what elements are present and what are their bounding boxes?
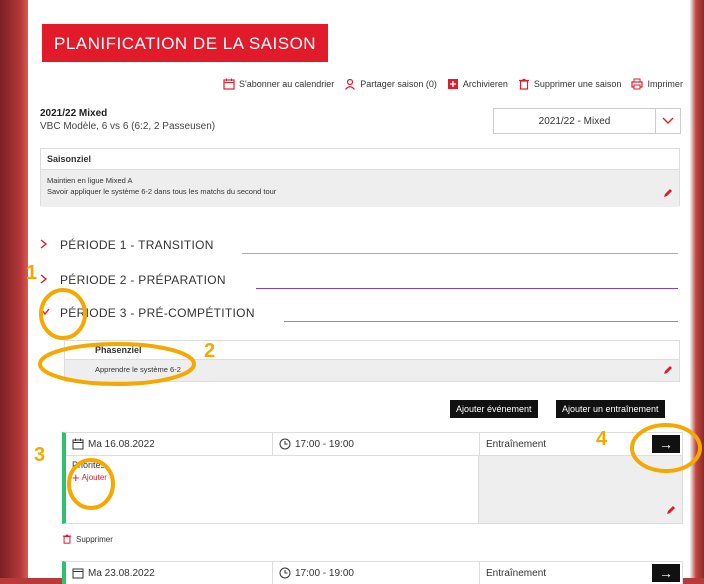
archive-label: Archivieren — [462, 79, 508, 89]
pencil-icon[interactable] — [666, 505, 676, 515]
pencil-icon[interactable] — [663, 188, 673, 198]
print-button[interactable]: Imprimer — [631, 78, 683, 90]
training-session: Ma 23.08.2022 17:00 - 19:00 Entraînement… — [62, 561, 683, 584]
delete-session-button[interactable]: Supprimer — [62, 534, 113, 544]
chevron-down-icon — [40, 307, 54, 319]
season-team: VBC Modèle, 6 vs 6 (6:2, 2 Passeusen) — [40, 121, 216, 132]
session-date-text: Ma 16.08.2022 — [88, 438, 155, 450]
add-priority-label: Ajouter — [81, 473, 107, 482]
season-goal-body: Maintien en ligue Mixed A Savoir appliqu… — [41, 170, 679, 207]
subscribe-calendar-button[interactable]: S'abonner au calendrier — [223, 78, 334, 90]
open-session-button[interactable]: → — [652, 564, 680, 582]
season-select[interactable]: 2021/22 - Mixed — [493, 108, 681, 134]
phase-goal-header: Phasenziel — [65, 341, 679, 360]
archive-button[interactable]: Archivieren — [447, 78, 508, 90]
annotation-number-4: 4 — [596, 428, 608, 450]
print-label: Imprimer — [647, 79, 683, 89]
session-type: Entraînement → — [480, 433, 682, 455]
trash-icon — [62, 534, 72, 544]
archive-icon — [447, 79, 458, 89]
session-type: Entraînement → — [480, 562, 682, 584]
clock-icon — [279, 567, 291, 579]
session-type-text: Entraînement — [486, 438, 547, 450]
session-row: Ma 16.08.2022 17:00 - 19:00 Entraînement… — [66, 433, 682, 456]
period-3-line — [284, 321, 678, 322]
period-1-line — [242, 253, 678, 254]
season-goal-box: Saisonziel Maintien en ligue Mixed A Sav… — [40, 148, 680, 207]
season-goal-header: Saisonziel — [41, 149, 679, 170]
clock-icon — [279, 438, 291, 450]
period-2-line — [256, 288, 678, 289]
main-panel: PLANIFICATION DE LA SAISON S'abonner au … — [28, 0, 690, 584]
phase-goal-box: Phasenziel Apprendre le système 6-2 — [64, 340, 680, 382]
user-icon — [345, 78, 356, 90]
session-time-text: 17:00 - 19:00 — [295, 438, 354, 450]
season-goal-line2: Savoir appliquer le système 6-2 dans tou… — [47, 187, 277, 196]
calendar-icon — [72, 568, 84, 579]
delete-session-label: Supprimer — [76, 534, 113, 544]
priorities-label: Priorités — [72, 460, 106, 470]
annotation-number-2: 2 — [204, 340, 216, 362]
priorities-section: Priorités + Ajouter — [66, 456, 479, 523]
session-row: Ma 23.08.2022 17:00 - 19:00 Entraînement… — [66, 562, 682, 584]
training-session: Ma 16.08.2022 17:00 - 19:00 Entraînement… — [62, 432, 683, 524]
session-time: 17:00 - 19:00 — [273, 562, 480, 584]
period-3-label: PÉRIODE 3 - PRÉ-COMPÉTITION — [60, 306, 255, 320]
period-3-toggle[interactable]: PÉRIODE 3 - PRÉ-COMPÉTITION — [40, 306, 255, 320]
add-training-button[interactable]: Ajouter un entraînement — [556, 400, 665, 418]
session-notes — [479, 456, 682, 523]
annotation-number-1: 1 — [26, 262, 38, 284]
period-2-toggle[interactable]: PÉRIODE 2 - PRÉPARATION — [40, 273, 226, 287]
chevron-down-icon — [655, 109, 680, 133]
open-session-button[interactable]: → — [652, 435, 680, 453]
session-date-text: Ma 23.08.2022 — [88, 567, 155, 579]
printer-icon — [631, 78, 644, 90]
period-1-toggle[interactable]: PÉRIODE 1 - TRANSITION — [40, 238, 214, 252]
toolbar: S'abonner au calendrier Partager saison … — [223, 78, 683, 90]
chevron-right-icon — [40, 238, 54, 252]
subscribe-label: S'abonner au calendrier — [239, 79, 335, 89]
delete-season-label: Supprimer une saison — [533, 79, 622, 89]
arrow-right-icon: → — [659, 436, 673, 452]
season-goal-line1: Maintien en ligue Mixed A — [47, 176, 133, 185]
delete-season-button[interactable]: Supprimer une saison — [518, 78, 622, 90]
plus-icon: + — [72, 470, 80, 485]
session-time: 17:00 - 19:00 — [273, 433, 480, 455]
session-date: Ma 23.08.2022 — [66, 562, 273, 584]
page-title: PLANIFICATION DE LA SAISON — [42, 24, 329, 62]
session-date: Ma 16.08.2022 — [66, 433, 273, 455]
session-details: Priorités + Ajouter — [66, 456, 682, 523]
period-1-label: PÉRIODE 1 - TRANSITION — [60, 238, 214, 252]
phase-goal-body: Apprendre le système 6-2 — [65, 360, 679, 381]
pencil-icon[interactable] — [663, 365, 673, 375]
annotation-number-3: 3 — [34, 444, 46, 466]
add-event-button[interactable]: Ajouter événement — [450, 400, 538, 418]
add-priority-button[interactable]: + Ajouter — [72, 470, 472, 485]
share-label: Partager saison (0) — [360, 79, 437, 89]
arrow-right-icon: → — [659, 565, 673, 581]
chevron-right-icon — [40, 273, 54, 287]
phase-goal-text: Apprendre le système 6-2 — [95, 365, 181, 374]
season-name: 2021/22 Mixed — [40, 108, 108, 119]
session-type-text: Entraînement — [486, 567, 547, 579]
calendar-icon — [72, 438, 84, 450]
share-season-button[interactable]: Partager saison (0) — [344, 78, 437, 90]
period-2-label: PÉRIODE 2 - PRÉPARATION — [60, 273, 226, 287]
trash-icon — [518, 78, 529, 90]
calendar-icon — [223, 78, 235, 90]
session-time-text: 17:00 - 19:00 — [295, 567, 354, 579]
season-select-value: 2021/22 - Mixed — [538, 115, 611, 127]
